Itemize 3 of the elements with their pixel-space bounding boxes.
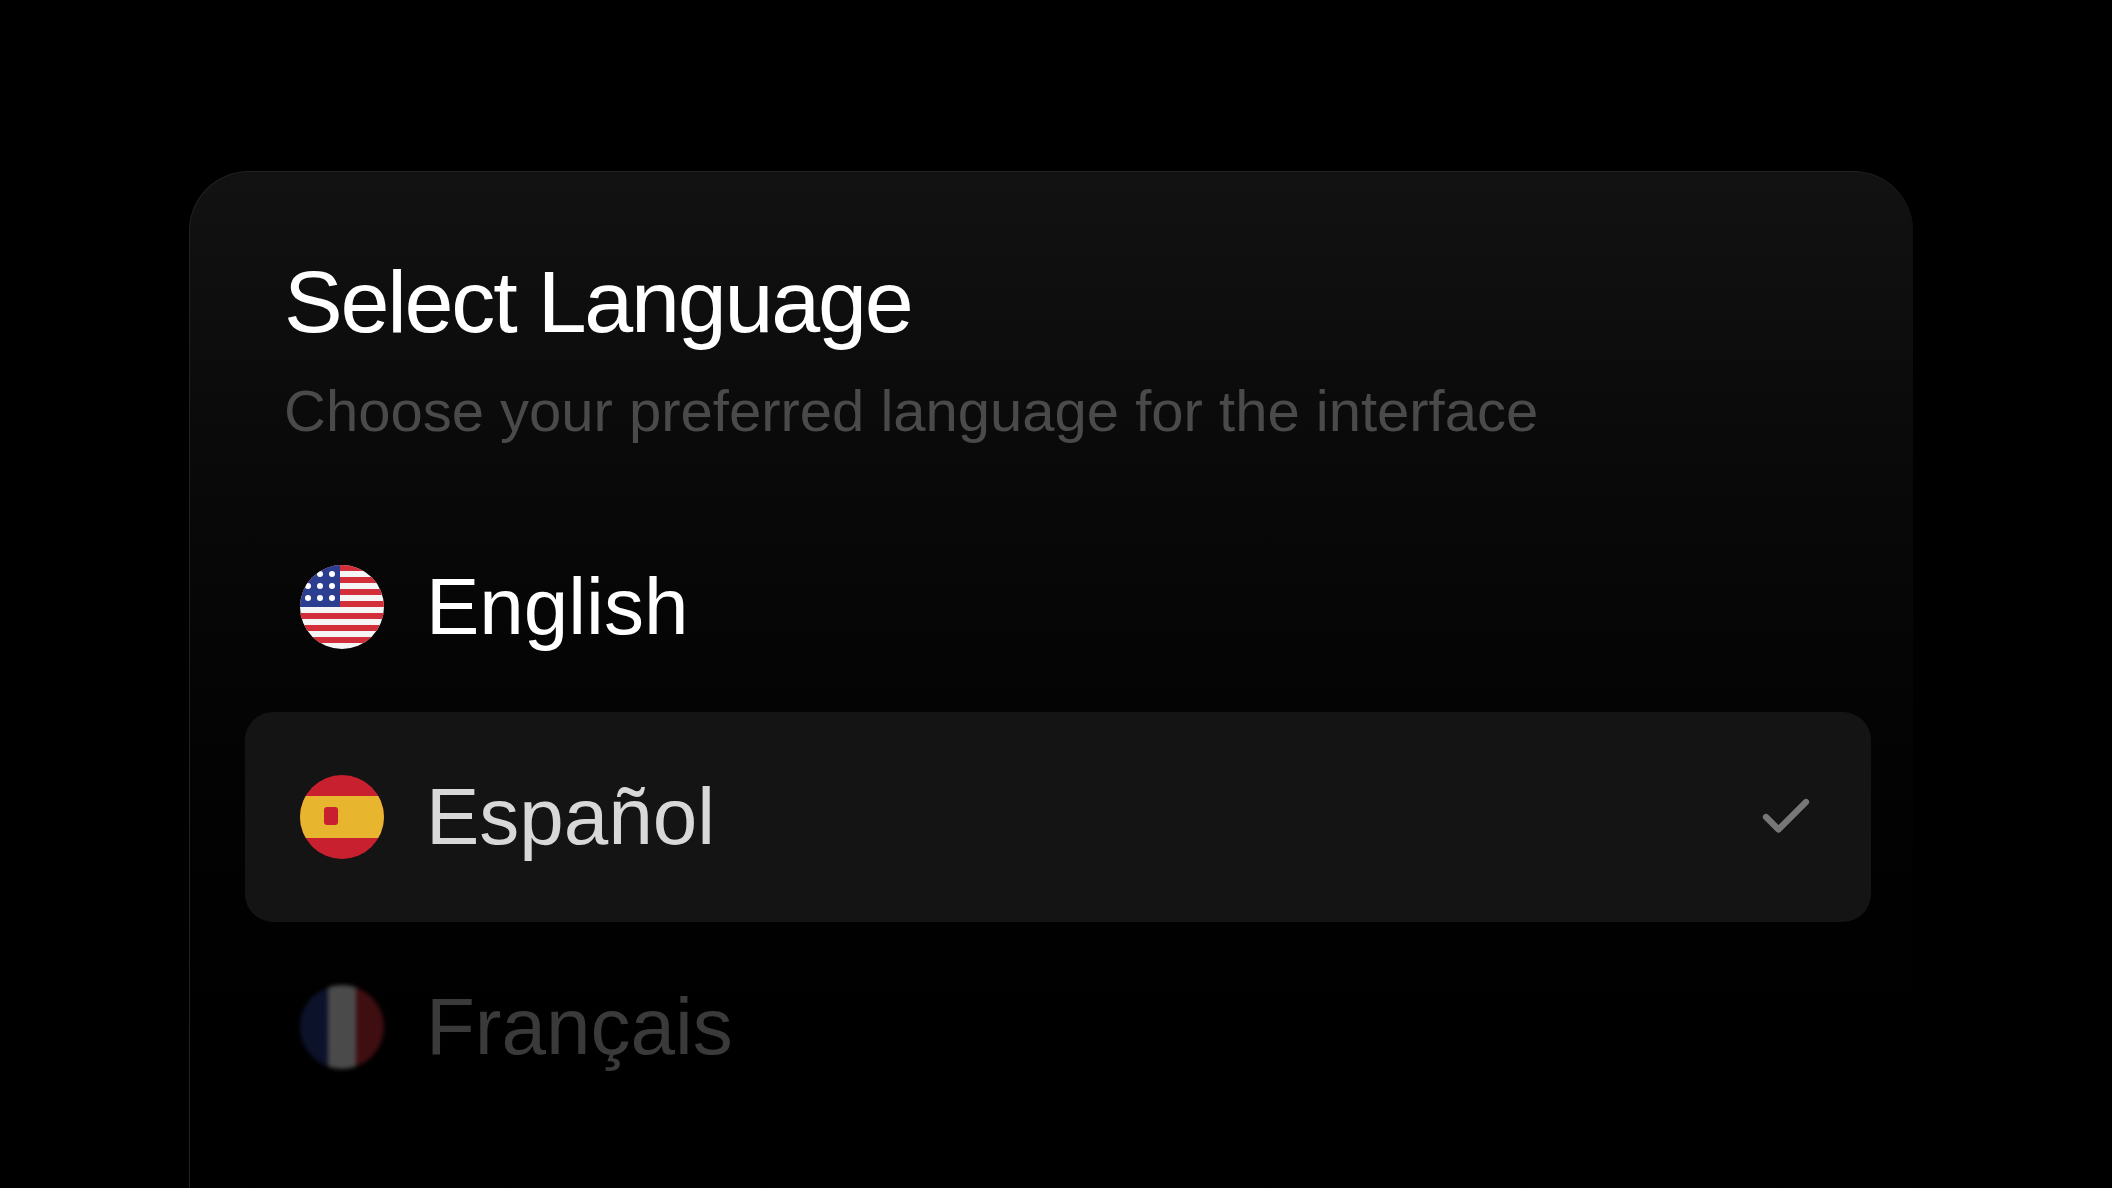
language-option[interactable]: Español: [245, 712, 1871, 922]
flag-icon: [300, 985, 384, 1069]
language-option[interactable]: English: [245, 502, 1871, 712]
